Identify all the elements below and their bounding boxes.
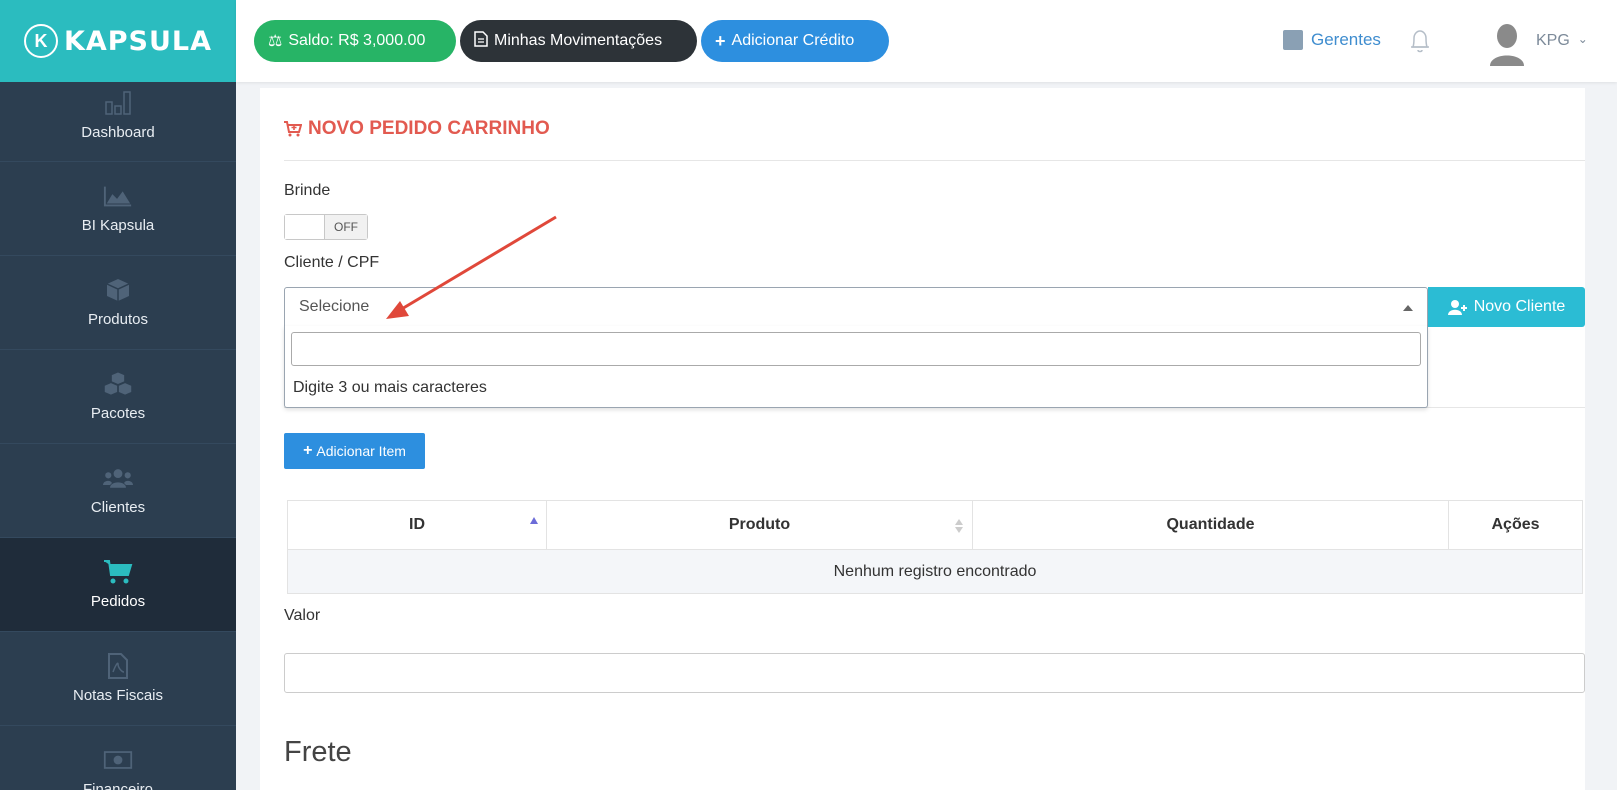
user-plus-icon <box>1447 300 1467 315</box>
column-label: Ações <box>1491 516 1540 533</box>
balance-scale-icon: ⚖ <box>268 33 283 50</box>
adicionar-credito-button[interactable]: + Adicionar Crédito <box>701 20 889 62</box>
top-bar: ⚖ Saldo: R$ 3,000.00 Minhas Movimentaçõe… <box>236 0 1617 82</box>
sidebar-item-pedidos[interactable]: Pedidos <box>0 538 236 632</box>
plus-icon: + <box>303 442 313 459</box>
cliente-dropdown: Digite 3 ou mais caracteres <box>284 326 1428 408</box>
bar-chart-icon <box>103 90 133 116</box>
sidebar: K KAPSULA Dashboard BI Kapsula Produtos … <box>0 0 236 790</box>
cart-plus-icon <box>284 121 302 137</box>
saldo-label: Saldo: R$ 3,000.00 <box>288 32 426 49</box>
chevron-down-icon: ⌄ <box>1577 32 1588 46</box>
page-title: NOVO PEDIDO CARRINHO <box>284 118 550 140</box>
gerentes-label: Gerentes <box>1311 30 1381 49</box>
pdf-file-icon <box>103 653 133 679</box>
column-label: ID <box>409 516 425 533</box>
valor-input[interactable] <box>284 653 1585 693</box>
brand-name: KAPSULA <box>63 25 213 57</box>
novo-cliente-label: Novo Cliente <box>1473 298 1566 315</box>
user-name: KPG <box>1536 32 1570 49</box>
toggle-state: OFF <box>325 215 367 239</box>
column-header-quantidade: Quantidade <box>972 500 1449 550</box>
sort-icon <box>954 519 964 533</box>
saldo-badge[interactable]: ⚖ Saldo: R$ 3,000.00 <box>254 20 456 62</box>
avatar[interactable] <box>1488 22 1526 66</box>
movimentacoes-label: Minhas Movimentações <box>494 32 663 49</box>
sidebar-item-label: Dashboard <box>81 124 155 141</box>
novo-cliente-button[interactable]: Novo Cliente <box>1428 287 1585 327</box>
movimentacoes-button[interactable]: Minhas Movimentações <box>460 20 697 62</box>
area-chart-icon <box>103 183 133 209</box>
brinde-label: Brinde <box>284 182 331 199</box>
logo-icon: K <box>23 24 58 58</box>
column-header-produto[interactable]: Produto <box>546 500 973 550</box>
sidebar-item-dashboard[interactable]: Dashboard <box>0 82 236 162</box>
cube-icon <box>103 277 133 303</box>
sidebar-item-notas-fiscais[interactable]: Notas Fiscais <box>0 632 236 726</box>
sidebar-item-financeiro[interactable]: Financeiro <box>0 726 236 790</box>
user-menu[interactable]: KPG ⌄ <box>1536 32 1588 50</box>
column-header-id[interactable]: ID <box>287 500 547 550</box>
frete-heading: Frete <box>284 736 352 768</box>
sort-asc-icon <box>530 517 538 524</box>
book-icon <box>1283 30 1303 50</box>
file-text-icon <box>474 30 488 52</box>
sidebar-item-pacotes[interactable]: Pacotes <box>0 350 236 444</box>
money-icon <box>103 747 133 773</box>
sidebar-item-label: Clientes <box>90 499 146 516</box>
plus-icon: + <box>715 30 726 51</box>
brand-logo[interactable]: K KAPSULA <box>0 0 236 82</box>
sidebar-item-label: Financeiro <box>82 781 154 790</box>
users-icon <box>103 465 133 491</box>
column-header-acoes: Ações <box>1448 500 1583 550</box>
caret-up-icon <box>1403 305 1413 311</box>
sidebar-item-produtos[interactable]: Produtos <box>0 256 236 350</box>
sidebar-item-label: BI Kapsula <box>81 217 155 234</box>
adicionar-item-button[interactable]: + Adicionar Item <box>284 433 425 469</box>
column-label: Quantidade <box>1166 516 1255 533</box>
order-form-card: NOVO PEDIDO CARRINHO Brinde OFF Cliente … <box>260 88 1585 790</box>
empty-message: Nenhum registro encontrado <box>287 549 1583 594</box>
sidebar-item-clientes[interactable]: Clientes <box>0 444 236 538</box>
cliente-search-input[interactable] <box>291 332 1421 366</box>
sidebar-item-label: Pacotes <box>90 405 146 422</box>
dropdown-hint: Digite 3 ou mais caracteres <box>293 379 487 396</box>
brinde-toggle[interactable]: OFF <box>284 214 368 240</box>
adicionar-item-label: Adicionar Item <box>316 443 406 459</box>
sidebar-item-label: Notas Fiscais <box>72 687 164 704</box>
gerentes-link[interactable]: Gerentes <box>1283 30 1381 50</box>
valor-label: Valor <box>284 607 321 624</box>
items-table: ID Produto Quantidade Ações Nenhum regis… <box>287 500 1583 594</box>
sidebar-item-bi-kapsula[interactable]: BI Kapsula <box>0 162 236 256</box>
toggle-knob <box>285 215 325 239</box>
bell-icon[interactable] <box>1409 28 1431 54</box>
divider <box>284 160 1585 161</box>
column-label: Produto <box>728 516 791 533</box>
sidebar-item-label: Produtos <box>87 311 149 328</box>
cubes-icon <box>103 371 133 397</box>
cliente-select[interactable]: Selecione <box>284 287 1428 327</box>
sidebar-item-label: Pedidos <box>90 593 146 610</box>
cliente-label: Cliente / CPF <box>284 254 380 271</box>
adicionar-credito-label: Adicionar Crédito <box>731 32 855 49</box>
table-row: Nenhum registro encontrado <box>287 549 1583 594</box>
cliente-select-value: Selecione <box>299 298 370 315</box>
page-title-text: NOVO PEDIDO CARRINHO <box>308 118 550 139</box>
cart-icon <box>103 559 133 585</box>
